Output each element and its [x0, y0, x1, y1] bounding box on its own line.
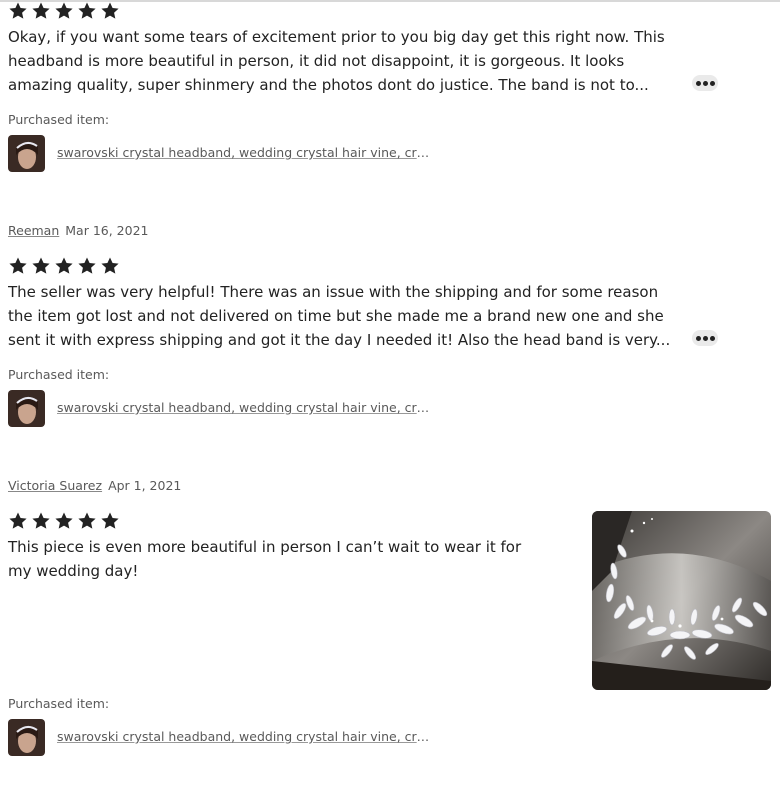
- reviewer-name-link[interactable]: Victoria Suarez: [8, 478, 102, 493]
- star-icon: [101, 2, 119, 19]
- star-icon: [101, 257, 119, 274]
- purchased-item-label: Purchased item:: [8, 696, 110, 711]
- star-icon: [78, 2, 96, 19]
- star-icon: [9, 257, 27, 274]
- review-text: Okay, if you want some tears of exciteme…: [8, 28, 665, 94]
- star-icon: [32, 2, 50, 19]
- purchased-item-label: Purchased item:: [8, 112, 110, 127]
- review-meta: Victoria Suarez Apr 1, 2021: [8, 478, 181, 493]
- star-rating: [8, 256, 120, 276]
- star-icon: [9, 512, 27, 529]
- star-icon: [101, 512, 119, 529]
- item-thumbnail[interactable]: [8, 719, 45, 756]
- review-date: Apr 1, 2021: [108, 478, 182, 493]
- purchased-item-link[interactable]: swarovski crystal headband, wedding crys…: [57, 145, 433, 160]
- star-icon: [78, 512, 96, 529]
- review-text: This piece is even more beautiful in per…: [8, 538, 522, 580]
- star-icon: [32, 512, 50, 529]
- star-rating: [8, 1, 120, 21]
- star-icon: [32, 257, 50, 274]
- purchased-item-link[interactable]: swarovski crystal headband, wedding crys…: [57, 400, 433, 415]
- star-icon: [55, 2, 73, 19]
- review-text: The seller was very helpful! There was a…: [8, 283, 671, 349]
- star-icon: [9, 2, 27, 19]
- purchased-item-label: Purchased item:: [8, 367, 110, 382]
- star-icon: [55, 257, 73, 274]
- more-dots-icon[interactable]: [692, 75, 718, 91]
- review-date: Mar 16, 2021: [65, 223, 149, 238]
- review-meta: Reeman Mar 16, 2021: [8, 223, 149, 238]
- more-dots-icon[interactable]: [692, 330, 718, 346]
- review-photo[interactable]: [592, 511, 771, 690]
- star-icon: [78, 257, 96, 274]
- item-thumbnail[interactable]: [8, 390, 45, 427]
- star-rating: [8, 511, 120, 531]
- purchased-item-link[interactable]: swarovski crystal headband, wedding crys…: [57, 729, 433, 744]
- star-icon: [55, 512, 73, 529]
- reviewer-name-link[interactable]: Reeman: [8, 223, 59, 238]
- item-thumbnail[interactable]: [8, 135, 45, 172]
